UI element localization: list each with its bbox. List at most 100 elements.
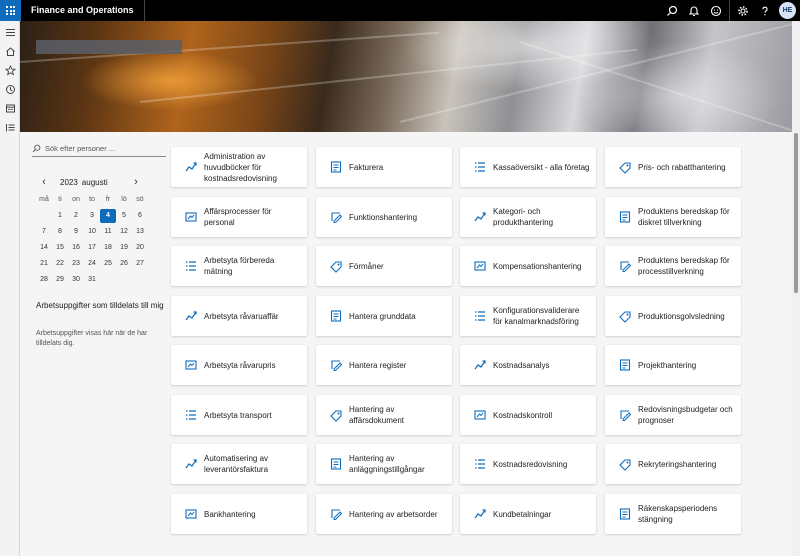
workspace-tile[interactable]: Konfigurationsvaliderare för kanalmarkna…	[460, 296, 596, 336]
calendar-prev-month-button[interactable]: ‹	[38, 175, 50, 189]
workspace-tile-label: Hantering av anläggningstillgångar	[349, 454, 425, 474]
calendar-month: augusti	[81, 177, 108, 187]
workspace-tile[interactable]: Rekryteringshantering	[605, 444, 741, 484]
workspace-tile[interactable]: Kategori- och produkthantering	[460, 197, 596, 237]
workspace-tile[interactable]: Kostnadsredovisning	[460, 444, 596, 484]
calendar-day[interactable]: 8	[52, 225, 68, 239]
calendar-day[interactable]: 27	[132, 257, 148, 271]
workspace-tile[interactable]: Produktens beredskap för diskret tillver…	[605, 197, 741, 237]
workspace-icon	[184, 160, 198, 174]
search-icon[interactable]	[661, 0, 683, 21]
calendar-day[interactable]: 15	[52, 241, 68, 255]
workspace-tile[interactable]: Förmåner	[316, 246, 452, 286]
calendar-day[interactable]: 24	[84, 257, 100, 271]
calendar-day[interactable]: 23	[68, 257, 84, 271]
calendar-day[interactable]: 12	[116, 225, 132, 239]
help-icon[interactable]	[754, 0, 776, 21]
workspace-icon	[184, 457, 198, 471]
workspace-tile[interactable]: Arbetsyta transport	[171, 395, 307, 435]
calendar-day[interactable]: 28	[36, 273, 52, 287]
workspace-tile[interactable]: Kassaöversikt - alla företag	[460, 147, 596, 187]
workspace-tile[interactable]: Arbetsyta råvaruaffär	[171, 296, 307, 336]
workspace-tile[interactable]: Pris- och rabatthantering	[605, 147, 741, 187]
calendar-day[interactable]: 16	[68, 241, 84, 255]
calendar-day[interactable]: 3	[84, 209, 100, 223]
calendar-day[interactable]: 31	[84, 273, 100, 287]
user-avatar[interactable]: HE	[779, 2, 796, 19]
calendar-day[interactable]: 21	[36, 257, 52, 271]
calendar-year: 2023	[60, 177, 78, 187]
workspace-tile[interactable]: Arbetsyta förbereda mätning	[171, 246, 307, 286]
calendar-day-today[interactable]: 4	[100, 209, 116, 223]
workspace-tile[interactable]: Hantering av anläggningstillgångar	[316, 444, 452, 484]
calendar-day[interactable]: 22	[52, 257, 68, 271]
calendar-day[interactable]: 2	[68, 209, 84, 223]
workspace-tile[interactable]: Hantera register	[316, 345, 452, 385]
workspace-tile[interactable]: Hantering av affärsdokument	[316, 395, 452, 435]
workspace-tile-label: Kompensationshantering	[493, 261, 582, 271]
workspace-tile[interactable]: Bankhantering	[171, 494, 307, 534]
gear-icon[interactable]	[732, 0, 754, 21]
workspace-tile[interactable]: Produktens beredskap för processtillverk…	[605, 246, 741, 286]
calendar-day[interactable]: 26	[116, 257, 132, 271]
calendar-title[interactable]: 2023 augusti	[60, 178, 130, 187]
calendar-day[interactable]: 29	[52, 273, 68, 287]
workspace-tile-label: Förmåner	[349, 261, 384, 271]
calendar-day[interactable]: 9	[68, 225, 84, 239]
workspace-tile[interactable]: Redovisningsbudgetar och prognoser	[605, 395, 741, 435]
favorites-star-icon[interactable]	[0, 61, 20, 80]
calendar-day[interactable]: 25	[100, 257, 116, 271]
workspace-tile[interactable]: Kompensationshantering	[460, 246, 596, 286]
hamburger-menu-icon[interactable]	[0, 23, 20, 42]
calendar-day[interactable]: 19	[116, 241, 132, 255]
workspace-tile[interactable]: Funktionshantering	[316, 197, 452, 237]
calendar-day[interactable]: 5	[116, 209, 132, 223]
workspace-tile-label: Kostnadsanalys	[493, 360, 550, 370]
calendar-day[interactable]: 17	[84, 241, 100, 255]
workspace-tile[interactable]: Administration av huvudböcker för kostna…	[171, 147, 307, 187]
workspace-tile[interactable]: Projekthantering	[605, 345, 741, 385]
app-title[interactable]: Finance and Operations	[21, 0, 145, 21]
home-icon[interactable]	[0, 42, 20, 61]
calendar-day[interactable]: 13	[132, 225, 148, 239]
waffle-icon	[6, 6, 15, 15]
workspace-tile[interactable]: Produktionsgolvsledning	[605, 296, 741, 336]
workspace-tile[interactable]: Arbetsyta råvarupris	[171, 345, 307, 385]
smiley-icon[interactable]	[705, 0, 727, 21]
calendar-day[interactable]: 10	[84, 225, 100, 239]
modules-list-icon[interactable]	[0, 118, 20, 137]
workspace-tile[interactable]: Räkenskapsperiodens stängning	[605, 494, 741, 534]
workspace-tile[interactable]: Kundbetalningar	[460, 494, 596, 534]
tasks-empty-message: Arbetsuppgifter visas här när de har til…	[36, 330, 148, 347]
workspace-tile[interactable]: Kostnadsanalys	[460, 345, 596, 385]
calendar-next-month-button[interactable]: ›	[130, 175, 142, 189]
workspace-icon	[473, 160, 487, 174]
workspaces-icon[interactable]	[0, 99, 20, 118]
workspace-tile-label: Hantering av affärsdokument	[349, 405, 404, 425]
people-search-input[interactable]	[45, 143, 155, 153]
calendar-day[interactable]: 7	[36, 225, 52, 239]
scrollbar-thumb[interactable]	[794, 133, 798, 293]
calendar-weekday: ti	[58, 196, 62, 203]
recent-clock-icon[interactable]	[0, 80, 20, 99]
workspace-tile[interactable]: Fakturera	[316, 147, 452, 187]
bell-icon[interactable]	[683, 0, 705, 21]
calendar-day[interactable]: 14	[36, 241, 52, 255]
calendar-empty-cell	[36, 209, 52, 223]
calendar-day[interactable]: 20	[132, 241, 148, 255]
calendar-day[interactable]: 18	[100, 241, 116, 255]
workspace-tile-label: Kundbetalningar	[493, 509, 552, 519]
workspace-tile[interactable]: Automatisering av leverantörsfaktura	[171, 444, 307, 484]
workspace-tile[interactable]: Kostnadskontroll	[460, 395, 596, 435]
calendar-day[interactable]: 1	[52, 209, 68, 223]
workspace-tile[interactable]: Hantering av arbetsorder	[316, 494, 452, 534]
calendar-day[interactable]: 11	[100, 225, 116, 239]
app-launcher-button[interactable]	[0, 0, 21, 21]
calendar-day[interactable]: 30	[68, 273, 84, 287]
workspace-tile[interactable]: Affärsprocesser för personal	[171, 197, 307, 237]
calendar-day[interactable]: 6	[132, 209, 148, 223]
workspace-tile-label: Projekthantering	[638, 360, 697, 370]
page-scrollbar[interactable]	[792, 21, 800, 556]
company-label	[36, 40, 182, 54]
workspace-tile[interactable]: Hantera grunddata	[316, 296, 452, 336]
